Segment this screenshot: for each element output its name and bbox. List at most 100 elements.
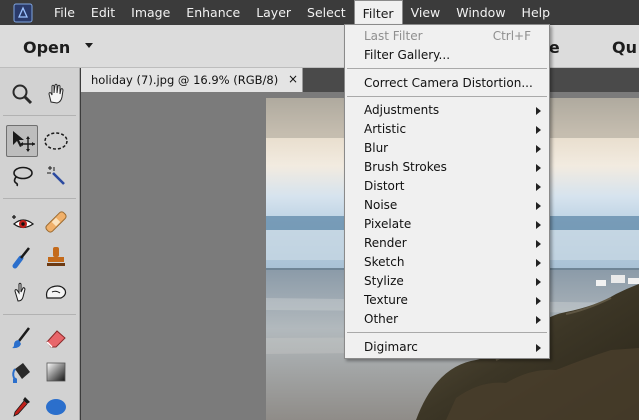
menu-item-other[interactable]: Other — [345, 310, 549, 329]
hand-tool[interactable] — [40, 78, 72, 110]
red-eye-tool[interactable] — [6, 206, 38, 238]
menu-image[interactable]: Image — [123, 0, 178, 25]
paint-bucket-tool[interactable] — [6, 356, 38, 388]
lasso-icon — [13, 166, 33, 187]
menu-item-adjustments[interactable]: Adjustments — [345, 101, 549, 120]
menu-item-label: Filter Gallery... — [364, 48, 451, 62]
brush-icon — [12, 327, 30, 349]
menu-item-sketch[interactable]: Sketch — [345, 253, 549, 272]
submenu-arrow-icon — [536, 126, 541, 134]
document-tab[interactable]: holiday (7).jpg @ 16.9% (RGB/8) × — [81, 68, 303, 92]
menu-item-label: Render — [364, 236, 407, 250]
menu-item-label: Brush Strokes — [364, 160, 447, 174]
eyedropper-tool[interactable] — [6, 390, 38, 420]
menu-item-distort[interactable]: Distort — [345, 177, 549, 196]
menu-item-artistic[interactable]: Artistic — [345, 120, 549, 139]
menu-item-blur[interactable]: Blur — [345, 139, 549, 158]
shape-tool[interactable] — [40, 390, 72, 420]
menu-item-label: Stylize — [364, 274, 404, 288]
smart-brush-icon — [12, 247, 30, 269]
zoom-tool[interactable] — [6, 78, 38, 110]
spot-healing-icon — [45, 211, 67, 233]
menu-item-noise[interactable]: Noise — [345, 196, 549, 215]
menu-item-label: Distort — [364, 179, 405, 193]
marquee-icon — [44, 132, 68, 150]
menu-item-label: Texture — [364, 293, 408, 307]
menu-item-digimarc[interactable]: Digimarc — [345, 338, 549, 357]
spot-healing-tool[interactable] — [40, 206, 72, 238]
submenu-arrow-icon — [536, 202, 541, 210]
lasso-tool[interactable] — [6, 160, 38, 192]
clone-stamp-tool[interactable] — [40, 241, 72, 273]
mode-guided-button[interactable]: Qu — [612, 38, 637, 57]
shape-icon — [46, 399, 66, 415]
menu-item-pixelate[interactable]: Pixelate — [345, 215, 549, 234]
menu-item-label: Last Filter — [364, 29, 423, 43]
submenu-arrow-icon — [536, 240, 541, 248]
menu-item-texture[interactable]: Texture — [345, 291, 549, 310]
smudge-icon — [14, 282, 26, 302]
smart-brush-tool[interactable] — [6, 241, 38, 273]
submenu-arrow-icon — [536, 259, 541, 267]
move-icon — [13, 131, 35, 152]
eraser-icon — [46, 330, 66, 348]
menu-item-stylize[interactable]: Stylize — [345, 272, 549, 291]
paint-bucket-icon — [12, 363, 30, 383]
hand-icon — [48, 83, 64, 104]
magic-wand-tool[interactable] — [40, 160, 72, 192]
menu-item-brush-strokes[interactable]: Brush Strokes — [345, 158, 549, 177]
red-eye-icon — [12, 215, 35, 229]
eyedropper-icon — [13, 397, 30, 417]
submenu-arrow-icon — [536, 107, 541, 115]
menu-edit[interactable]: Edit — [83, 0, 123, 25]
brush-tool[interactable] — [6, 322, 38, 354]
open-button[interactable]: Open — [23, 38, 70, 57]
menu-item-label: Digimarc — [364, 340, 418, 354]
zoom-icon — [12, 84, 33, 105]
clone-stamp-icon — [47, 247, 65, 266]
menu-item-label: Sketch — [364, 255, 405, 269]
menu-item-correct-camera-distortion[interactable]: Correct Camera Distortion... — [345, 74, 549, 93]
menu-item-label: Artistic — [364, 122, 407, 136]
close-icon[interactable]: × — [288, 72, 298, 86]
menu-separator — [347, 96, 547, 97]
submenu-arrow-icon — [536, 164, 541, 172]
menu-item-label: Correct Camera Distortion... — [364, 76, 533, 90]
menu-item-label: Noise — [364, 198, 398, 212]
menu-window[interactable]: Window — [448, 0, 513, 25]
marquee-tool[interactable] — [40, 125, 72, 157]
shortcut-label: Ctrl+F — [492, 29, 531, 43]
gradient-icon — [46, 362, 66, 382]
submenu-arrow-icon — [536, 278, 541, 286]
menu-filter[interactable]: Filter — [353, 0, 403, 25]
menu-item-label: Blur — [364, 141, 389, 155]
menu-item-label: Pixelate — [364, 217, 412, 231]
menu-item-render[interactable]: Render — [345, 234, 549, 253]
menu-help[interactable]: Help — [514, 0, 559, 25]
menu-select[interactable]: Select — [299, 0, 354, 25]
submenu-arrow-icon — [536, 316, 541, 324]
submenu-arrow-icon — [536, 145, 541, 153]
menu-view[interactable]: View — [403, 0, 449, 25]
submenu-arrow-icon — [536, 183, 541, 191]
sponge-tool[interactable] — [40, 276, 72, 308]
menu-enhance[interactable]: Enhance — [178, 0, 248, 25]
magic-wand-icon — [47, 166, 65, 185]
menu-layer[interactable]: Layer — [248, 0, 299, 25]
open-dropdown-caret-icon[interactable] — [85, 43, 93, 48]
submenu-arrow-icon — [536, 344, 541, 352]
menu-item-filter-gallery[interactable]: Filter Gallery... — [345, 46, 549, 65]
move-tool[interactable] — [6, 125, 38, 157]
app-logo-icon — [12, 3, 34, 23]
menu-file[interactable]: File — [46, 0, 83, 25]
submenu-arrow-icon — [536, 297, 541, 305]
eraser-tool[interactable] — [40, 322, 72, 354]
menu-item-last-filter: Last Filter Ctrl+F — [345, 27, 549, 46]
menu-separator — [347, 332, 547, 333]
menu-item-label: Other — [364, 312, 399, 326]
menu-item-label: Adjustments — [364, 103, 440, 117]
document-tab-title: holiday (7).jpg @ 16.9% (RGB/8) — [91, 73, 279, 87]
gradient-tool[interactable] — [40, 356, 72, 388]
filter-menu-dropdown: Last Filter Ctrl+F Filter Gallery... Cor… — [344, 24, 550, 359]
smudge-tool[interactable] — [6, 276, 38, 308]
